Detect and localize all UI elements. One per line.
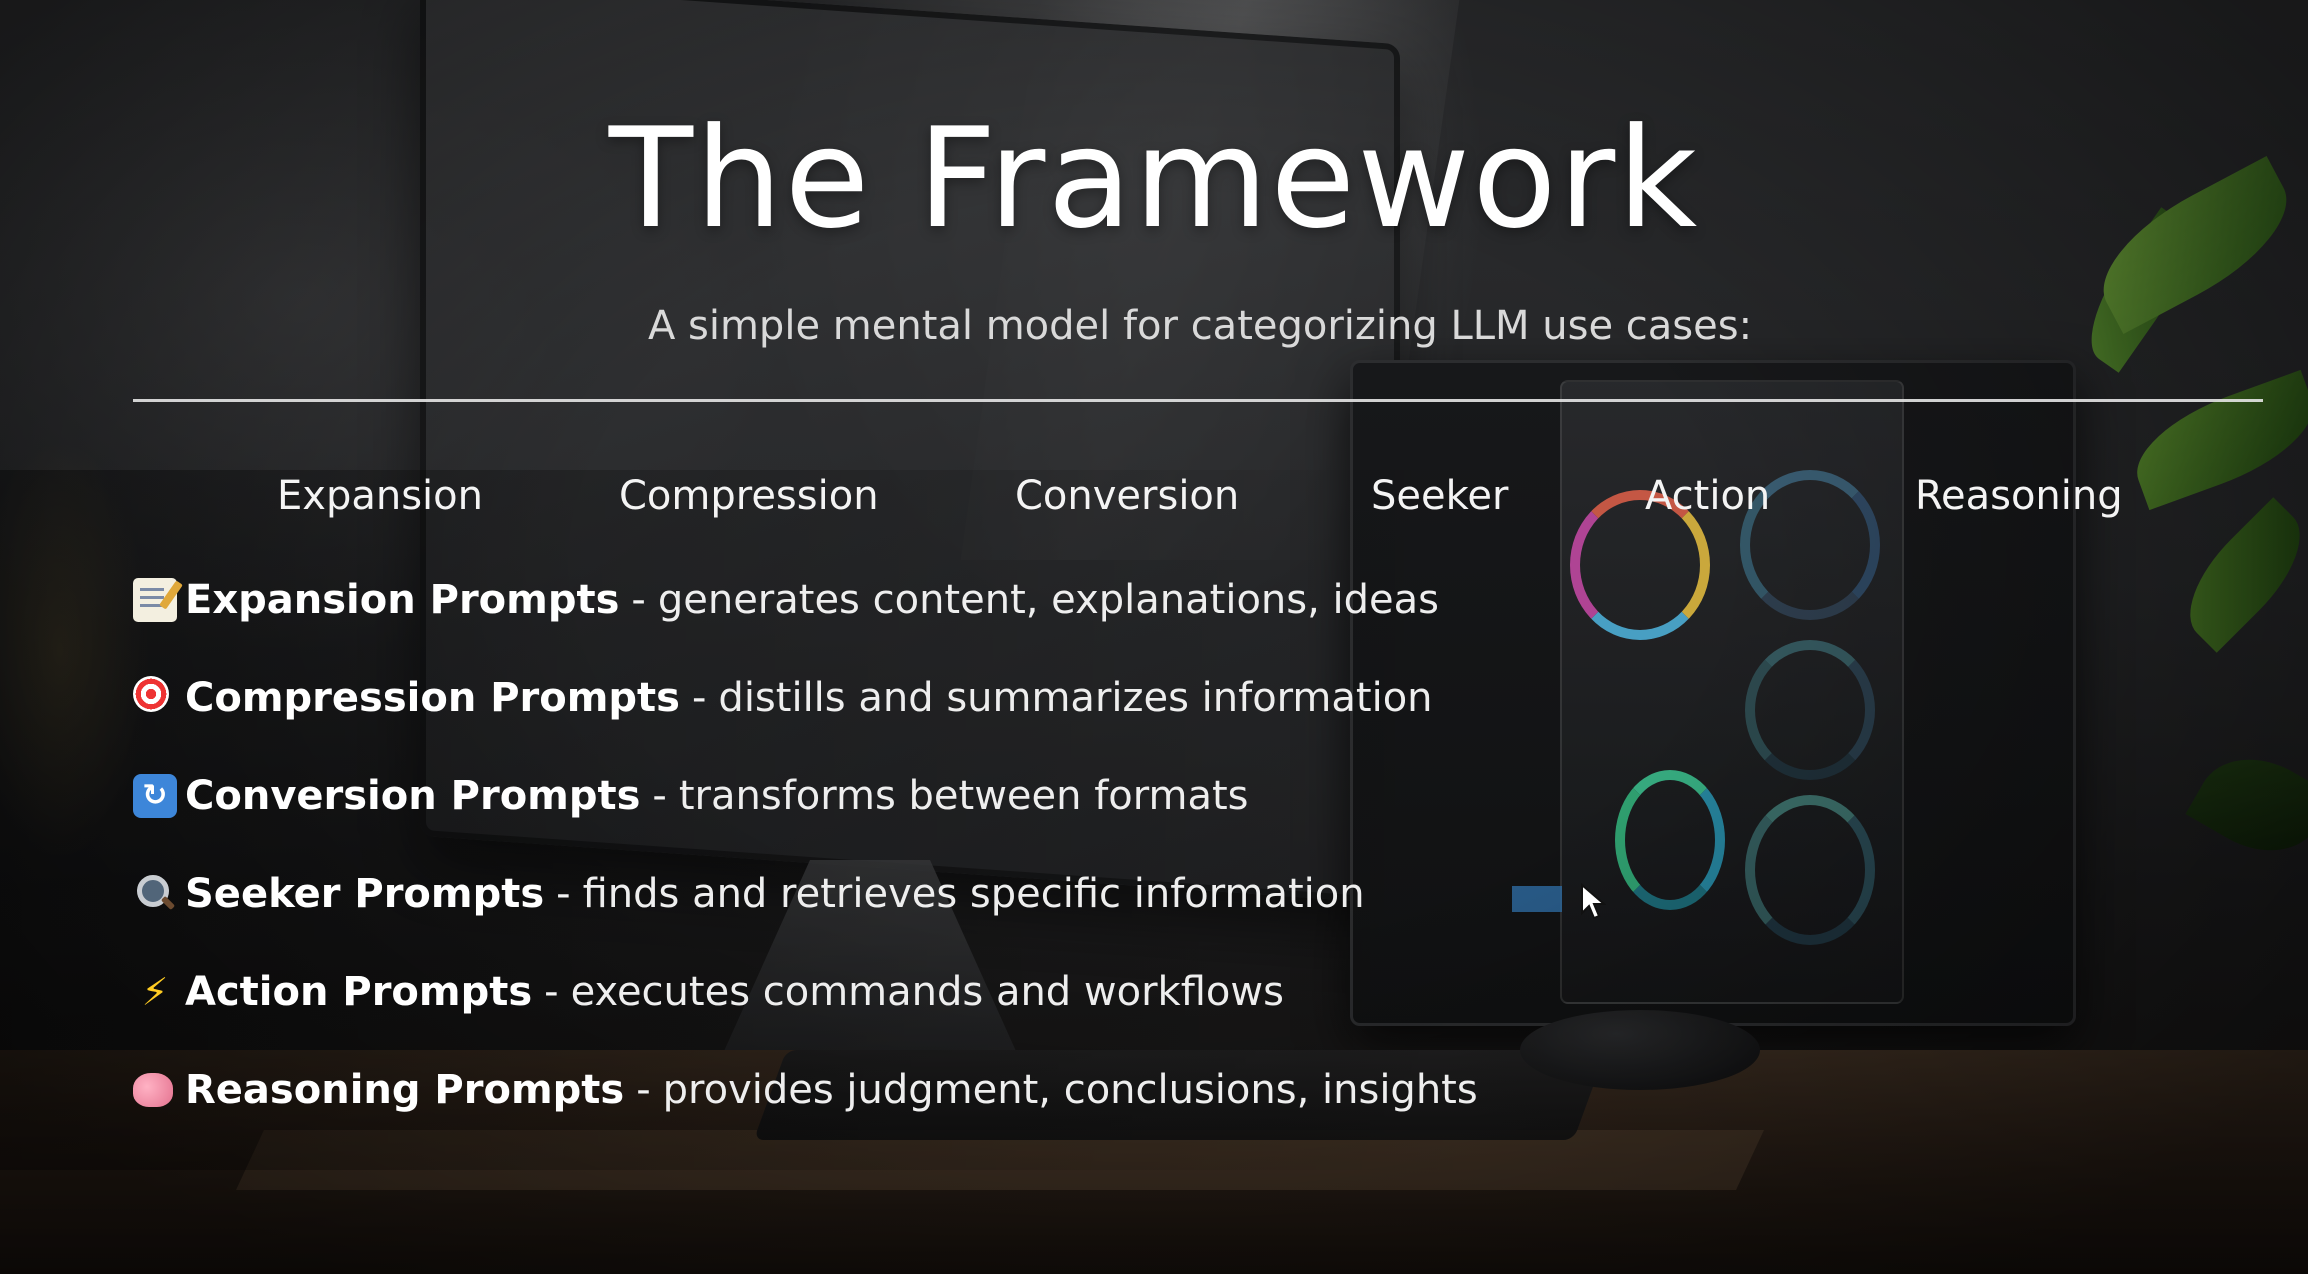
lightning-bolt-icon: ⚡ bbox=[141, 970, 169, 1014]
prompt-name: Conversion Prompts bbox=[185, 773, 641, 819]
prompt-separator: - bbox=[556, 871, 571, 917]
prompt-description: provides judgment, conclusions, insights bbox=[662, 1067, 1478, 1113]
category-action: Action bbox=[1645, 473, 1771, 519]
list-item-expansion-prompts: Expansion Prompts - generates content, e… bbox=[133, 575, 1633, 673]
prompt-list: Expansion Prompts - generates content, e… bbox=[133, 575, 1633, 1163]
memo-icon bbox=[133, 578, 177, 622]
prompt-description: finds and retrieves specific information bbox=[582, 871, 1365, 917]
category-expansion: Expansion bbox=[277, 473, 483, 519]
list-item-reasoning-prompts: Reasoning Prompts - provides judgment, c… bbox=[133, 1065, 1633, 1163]
category-seeker: Seeker bbox=[1371, 473, 1509, 519]
prompt-name: Expansion Prompts bbox=[185, 577, 620, 623]
prompt-separator: - bbox=[691, 675, 707, 721]
prompt-name: Action Prompts bbox=[185, 969, 533, 1015]
prompt-description: generates content, explanations, ideas bbox=[657, 577, 1439, 623]
prompt-separator: - bbox=[652, 773, 667, 819]
list-item-action-prompts: ⚡ Action Prompts - executes commands and… bbox=[133, 967, 1633, 1065]
prompt-separator: - bbox=[636, 1067, 651, 1113]
prompt-separator: - bbox=[631, 577, 646, 623]
prompt-name: Compression Prompts bbox=[185, 675, 680, 721]
divider-line bbox=[133, 399, 2263, 402]
prompt-description: distills and summarizes information bbox=[718, 675, 1433, 721]
category-compression: Compression bbox=[619, 473, 879, 519]
category-row: Expansion Compression Conversion Seeker … bbox=[0, 476, 2308, 532]
prompt-separator: - bbox=[544, 969, 559, 1015]
prompt-name: Reasoning Prompts bbox=[185, 1067, 625, 1113]
magnifying-glass-icon bbox=[133, 872, 177, 916]
prompt-description: executes commands and workflows bbox=[570, 969, 1284, 1015]
prompt-description: transforms between formats bbox=[678, 773, 1249, 819]
list-item-conversion-prompts: ↻ Conversion Prompts - transforms betwee… bbox=[133, 771, 1633, 869]
list-item-seeker-prompts: Seeker Prompts - finds and retrieves spe… bbox=[133, 869, 1633, 967]
target-icon bbox=[133, 676, 169, 712]
cycle-arrows-icon: ↻ bbox=[133, 774, 177, 818]
category-reasoning: Reasoning bbox=[1915, 473, 2123, 519]
list-item-compression-prompts: Compression Prompts - distills and summa… bbox=[133, 673, 1633, 771]
prompt-name: Seeker Prompts bbox=[185, 871, 545, 917]
slide-subtitle: A simple mental model for categorizing L… bbox=[647, 303, 1753, 349]
brain-icon bbox=[133, 1073, 173, 1107]
slide-title: The Framework bbox=[608, 98, 1700, 259]
category-conversion: Conversion bbox=[1015, 473, 1240, 519]
